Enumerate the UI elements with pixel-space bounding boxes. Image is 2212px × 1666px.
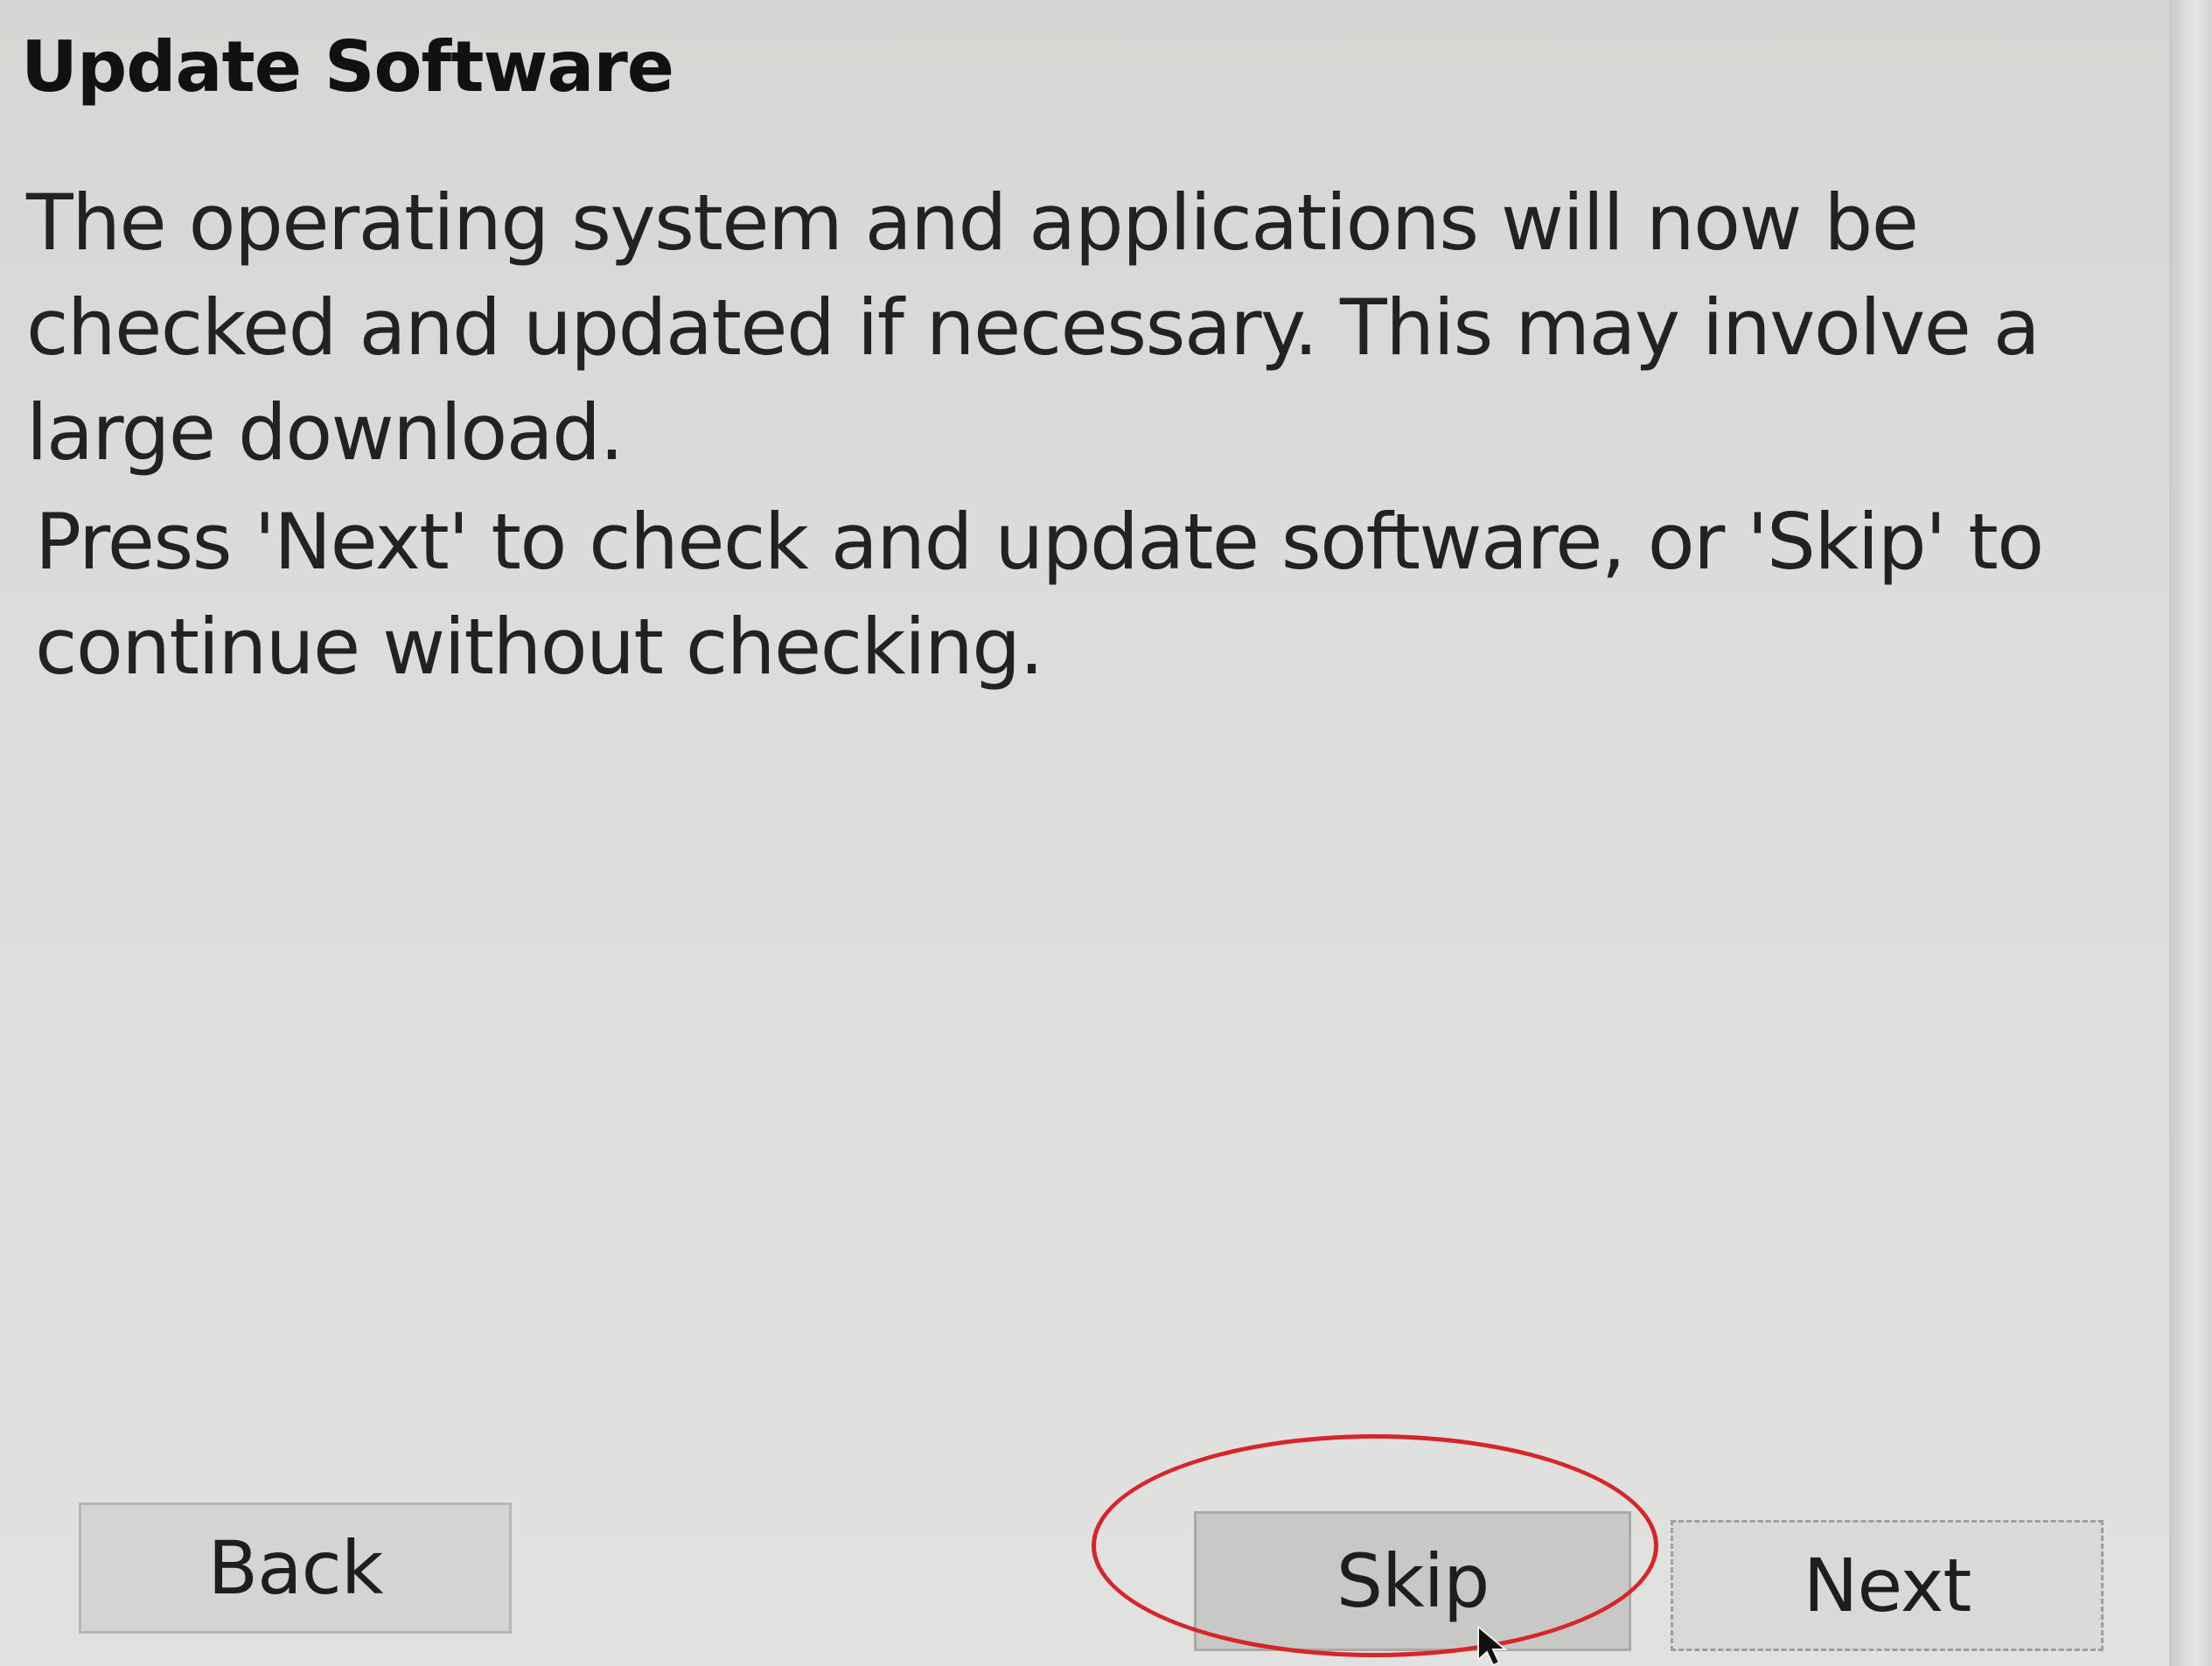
- skip-button-label: Skip: [1336, 1538, 1490, 1624]
- next-button-label: Next: [1803, 1543, 1972, 1628]
- dialog-title: Update Software: [21, 26, 674, 108]
- window-edge: [2169, 0, 2212, 1666]
- description-paragraph: The operating system and applications wi…: [26, 178, 2041, 477]
- next-button[interactable]: Next: [1671, 1520, 2104, 1651]
- skip-button[interactable]: Skip: [1194, 1511, 1631, 1651]
- back-button[interactable]: Back: [79, 1502, 512, 1634]
- update-software-dialog: Update Software The operating system and…: [0, 0, 2169, 1666]
- instruction-paragraph: Press 'Next' to check and update softwar…: [35, 497, 2044, 692]
- back-button-label: Back: [207, 1525, 384, 1611]
- mouse-pointer-icon: [1477, 1625, 1508, 1666]
